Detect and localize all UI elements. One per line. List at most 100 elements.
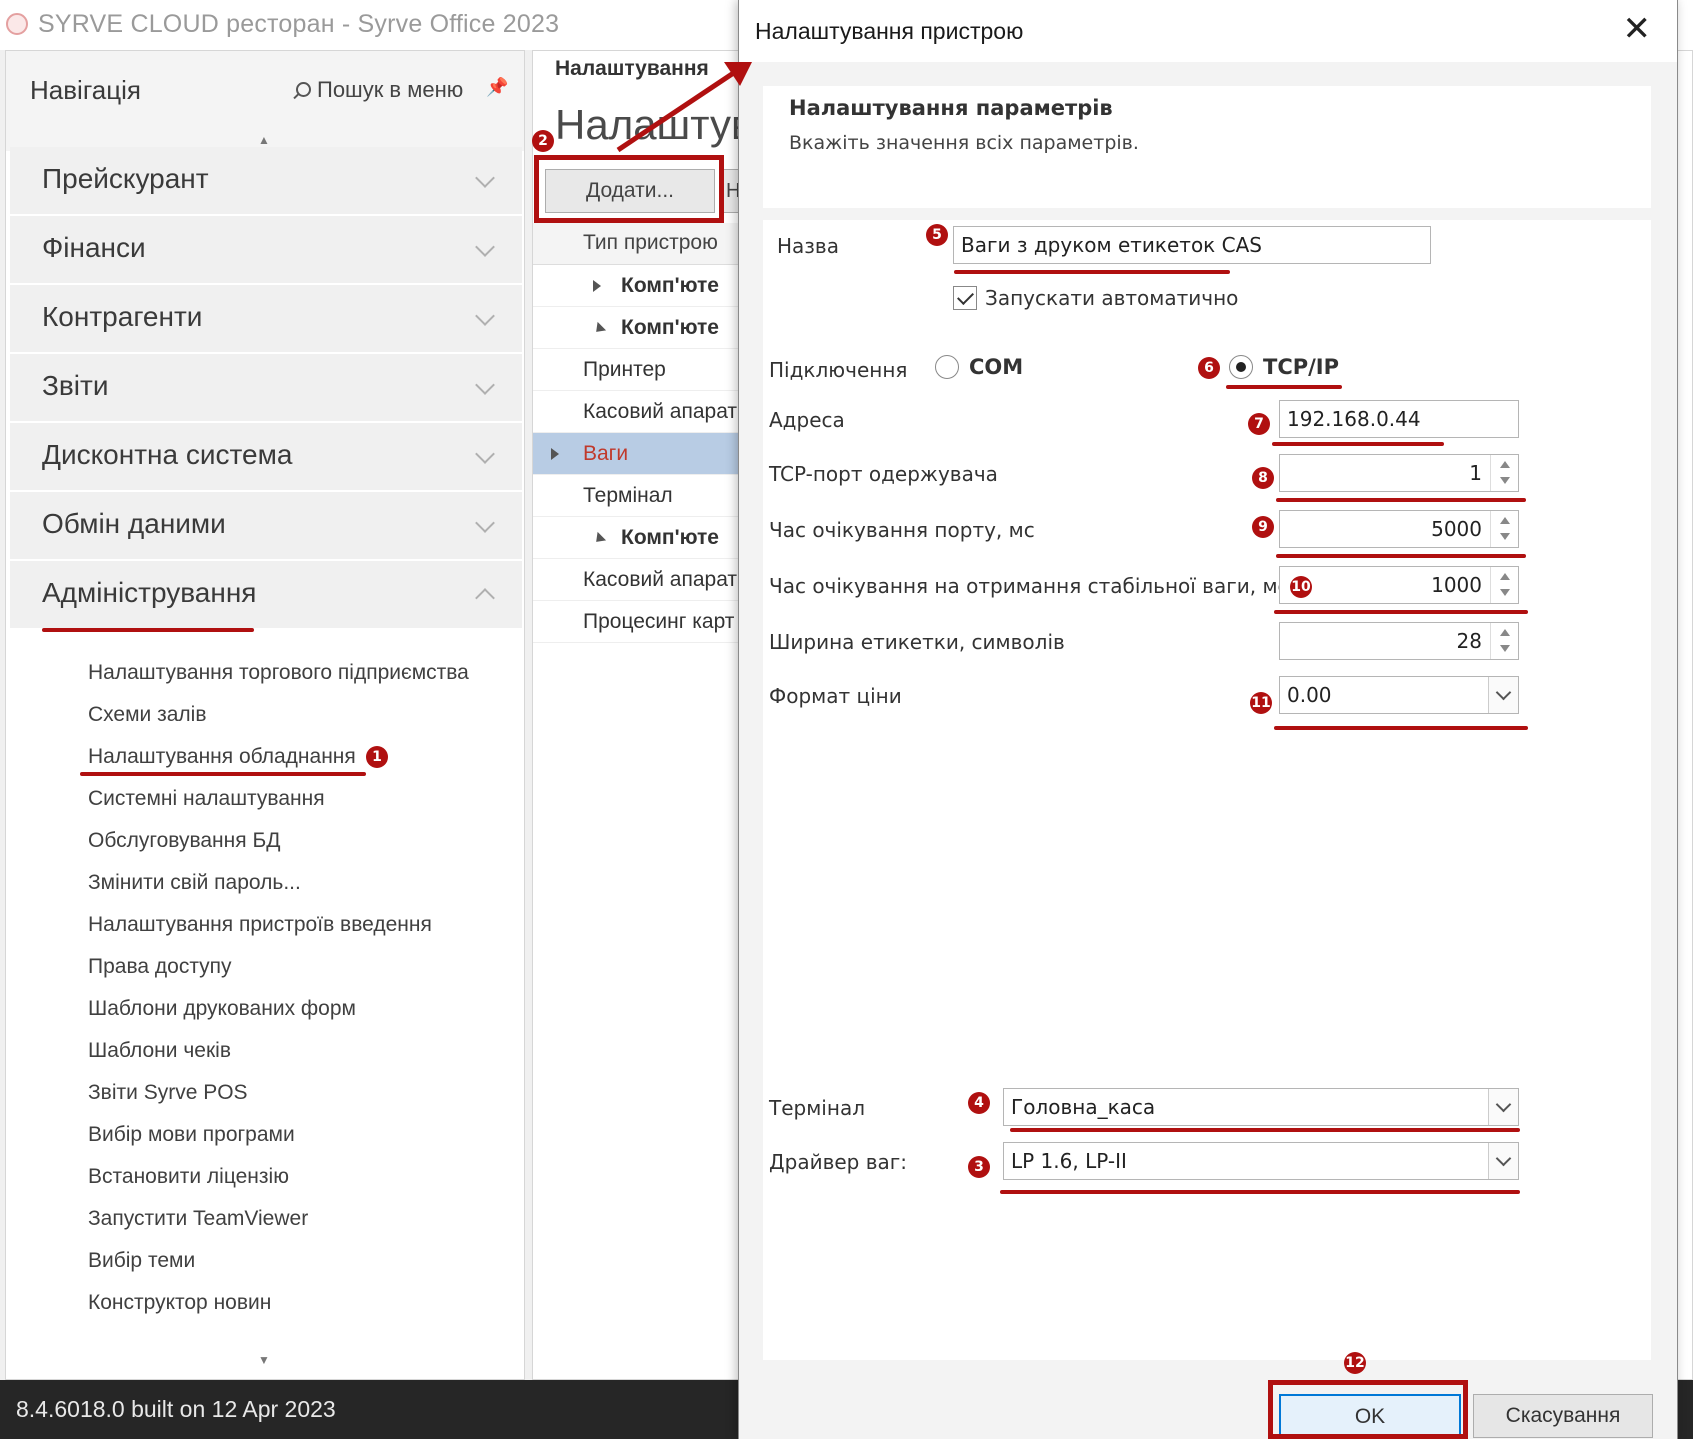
com-radio[interactable] [935,355,959,379]
row-label: Принтер [583,358,666,381]
build-info: 8.4.6018.0 built on 12 Apr 2023 [16,1396,336,1422]
table-row[interactable]: Процесинг карт [533,601,743,643]
port-stepper[interactable]: 1 [1279,454,1519,492]
nav-section-administration[interactable]: Адміністрування [10,561,522,629]
close-icon[interactable]: ✕ [1623,12,1652,46]
spinner-icon[interactable] [1490,511,1518,547]
nav-section-pricelist[interactable]: Прейскурант [10,147,522,215]
nav-item[interactable]: Шаблони чеків [88,1039,231,1063]
expand-icon[interactable] [593,280,601,292]
scroll-up-icon[interactable]: ▲ [258,133,270,147]
table-row-selected[interactable]: Ваги [533,433,743,475]
search-icon [296,82,311,97]
nav-item[interactable]: Шаблони друкованих форм [88,997,356,1021]
nav-item[interactable]: Змінити свій пароль... [88,871,301,895]
table-row[interactable]: Касовий апарат [533,559,743,601]
nav-item[interactable]: Конструктор новин [88,1291,271,1315]
underline-name [954,270,1230,274]
row-label: Термінал [583,484,673,507]
nav-item[interactable]: Схеми залів [88,703,207,727]
chevron-down-icon[interactable] [1488,677,1518,713]
terminal-dropdown[interactable]: Головна_каса [1003,1088,1519,1126]
banner-title: Налаштування параметрів [789,96,1113,120]
chevron-down-icon [475,168,495,188]
label-width-label: Ширина етикетки, символів [769,630,1065,654]
name-label: Назва [777,234,839,258]
underline-equipment-settings [80,772,366,776]
driver-value: LP 1.6, LP-II [1011,1149,1127,1173]
table-row[interactable]: Комп'юте [533,517,743,559]
pin-icon[interactable]: 📌 [486,77,508,98]
tcpip-radio[interactable] [1229,355,1253,379]
address-field[interactable]: 192.168.0.44 [1279,400,1519,438]
chevron-down-icon [475,444,495,464]
stable-timeout-stepper[interactable]: 1000 [1279,566,1519,604]
chevron-down-icon[interactable] [1488,1089,1518,1125]
nav-header: Навігація Пошук в меню 📌 ▲ [6,51,524,151]
collapse-icon[interactable] [591,321,607,337]
row-label: Ваги [583,442,629,465]
nav-item[interactable]: Обслуговування БД [88,829,280,853]
spinner-icon[interactable] [1490,455,1518,491]
port-value: 1 [1469,461,1482,485]
annotation-badge: 3 [968,1156,990,1178]
annotation-badge: 10 [1290,576,1312,598]
spinner-icon[interactable] [1490,567,1518,603]
table-row[interactable]: Комп'юте [533,265,743,307]
scroll-down-icon[interactable]: ▼ [258,1353,270,1367]
chevron-up-icon [475,588,495,608]
content-tab[interactable]: Налаштування [555,57,709,81]
nav-item[interactable]: Налаштування торгового підприємства [88,661,469,685]
driver-label: Драйвер ваг: [769,1150,908,1174]
table-row[interactable]: Принтер [533,349,743,391]
nav-item[interactable]: Системні налаштування [88,787,325,811]
chevron-down-icon[interactable] [1488,1143,1518,1179]
nav-item[interactable]: Запустити TeamViewer [88,1207,308,1231]
nav-section-label: Адміністрування [42,577,257,608]
nav-item[interactable]: Вибір мови програми [88,1123,295,1147]
annotation-badge: 6 [1198,357,1220,379]
annotation-badge: 1 [366,746,388,768]
nav-item-equipment-settings[interactable]: Налаштування обладнання [88,745,356,769]
name-field[interactable]: Ваги з друком етикеток CAS [953,226,1431,264]
tcpip-radio-label: TCP/IP [1263,355,1340,379]
nav-item[interactable]: Звіти Syrve POS [88,1081,248,1105]
highlight-add-button [534,155,724,223]
nav-section-label: Фінанси [42,232,146,263]
nav-item[interactable]: Налаштування пристроїв введення [88,913,432,937]
underline-address [1272,442,1444,446]
navigation-panel: Навігація Пошук в меню 📌 ▲ Прейскурант Ф… [5,50,525,1380]
table-row[interactable]: Комп'юте [533,307,743,349]
stable-timeout-value: 1000 [1431,573,1482,597]
dialog-title: Налаштування пристрою [755,18,1024,44]
row-label: Касовий апарат [583,400,738,423]
annotation-badge: 5 [926,224,948,246]
underline-tcpip [1226,385,1342,389]
table-row[interactable]: Касовий апарат [533,391,743,433]
underline-stable-timeout [1274,610,1528,614]
nav-section-reports[interactable]: Звіти [10,354,522,422]
nav-item[interactable]: Встановити ліцензію [88,1165,289,1189]
banner-subtitle: Вкажіть значення всіх параметрів. [789,132,1139,154]
autostart-checkbox[interactable] [953,286,977,310]
nav-section-discount[interactable]: Дисконтна система [10,423,522,491]
nav-section-data-exchange[interactable]: Обмін даними [10,492,522,560]
annotation-badge: 12 [1344,1352,1366,1374]
table-row[interactable]: Термінал [533,475,743,517]
nav-section-finance[interactable]: Фінанси [10,216,522,284]
annotation-badge: 9 [1252,516,1274,538]
port-timeout-stepper[interactable]: 5000 [1279,510,1519,548]
annotation-badge: 2 [532,130,554,152]
cancel-button[interactable]: Скасування [1473,1394,1653,1438]
label-width-stepper[interactable]: 28 [1279,622,1519,660]
menu-search[interactable]: Пошук в меню [296,77,463,103]
nav-item[interactable]: Вибір теми [88,1249,195,1273]
spinner-icon[interactable] [1490,623,1518,659]
nav-section-label: Звіти [42,370,109,401]
driver-dropdown[interactable]: LP 1.6, LP-II [1003,1142,1519,1180]
grid-column-header[interactable]: Тип пристрою [533,223,743,265]
price-format-dropdown[interactable]: 0.00 [1279,676,1519,714]
nav-item[interactable]: Права доступу [88,955,232,979]
nav-section-counterparties[interactable]: Контрагенти [10,285,522,353]
collapse-icon[interactable] [591,531,607,547]
